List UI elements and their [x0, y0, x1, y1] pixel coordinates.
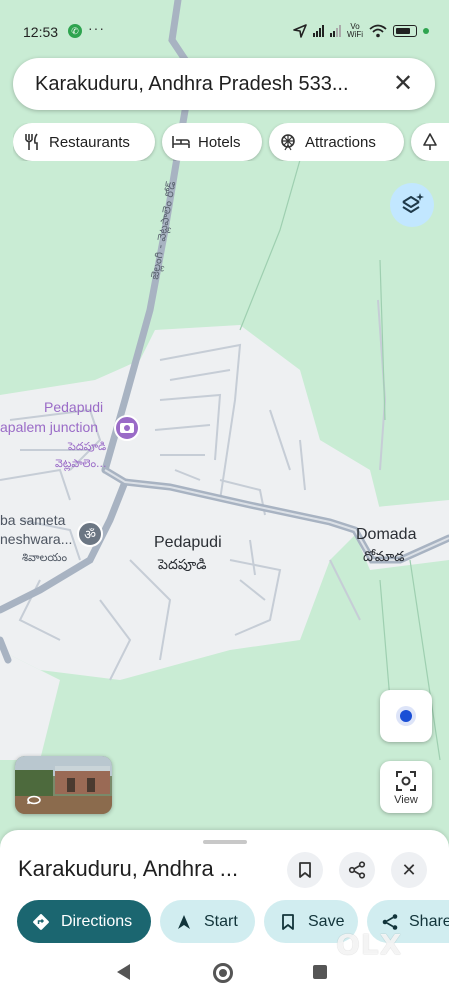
place-title: Karakuduru, Andhra ... [18, 856, 239, 881]
chip-label: Attractions [305, 133, 376, 151]
camera-poi-icon[interactable] [114, 415, 140, 441]
category-chips: Restaurants Hotels Attractions [13, 123, 449, 161]
chip-label: Hotels [198, 133, 241, 151]
home-icon[interactable] [213, 963, 233, 983]
temple-label-en1: ba sameta [0, 512, 66, 528]
ferris-wheel-icon [279, 133, 297, 151]
chip-restaurants[interactable]: Restaurants [13, 123, 155, 161]
signal-icon [330, 25, 341, 37]
privacy-dot [423, 28, 429, 34]
lens-view-icon [396, 771, 416, 791]
olx-watermark: OLX [336, 928, 403, 961]
close-sheet-button[interactable]: ✕ [391, 852, 427, 888]
bed-icon [172, 133, 190, 151]
fork-knife-icon [23, 133, 41, 151]
street-view-thumbnail[interactable] [15, 756, 112, 814]
bookmark-icon [278, 912, 298, 932]
battery-icon [393, 25, 417, 37]
my-location-button[interactable] [380, 690, 432, 742]
more-dots-icon: ··· [88, 20, 105, 36]
poi-label-te1: పెదపూడి [67, 440, 106, 453]
layers-button[interactable] [390, 183, 434, 227]
360-rotate-icon [26, 795, 41, 805]
whatsapp-icon: ✆ [68, 24, 82, 38]
status-time: 12:53 [23, 24, 59, 40]
temple-label-te: శివాలయం [22, 551, 68, 564]
search-bar[interactable]: Karakuduru, Andhra Pradesh 533... ✕ [13, 58, 435, 110]
chip-label: Restaurants [49, 133, 130, 151]
temple-label-en2: neshwara... [0, 531, 72, 547]
wifi-icon [369, 24, 387, 38]
status-icons: Vo WiFi [293, 22, 429, 40]
layers-icon [402, 193, 424, 213]
chip-attractions[interactable]: Attractions [269, 123, 404, 161]
view-button[interactable]: View [380, 761, 432, 813]
start-button[interactable]: Start [160, 900, 255, 943]
start-label: Start [204, 912, 238, 930]
my-location-icon [400, 710, 412, 722]
directions-button[interactable]: Directions [17, 900, 151, 943]
directions-label: Directions [61, 912, 133, 930]
recents-icon[interactable] [313, 965, 327, 979]
town-label-te: పెదపూడి [157, 557, 207, 573]
share-place-button[interactable] [339, 852, 375, 888]
save-place-button[interactable] [287, 852, 323, 888]
location-arrow-icon [293, 24, 307, 38]
tree-icon [421, 133, 439, 151]
vowifi-icon: Vo WiFi [347, 22, 363, 39]
directions-icon [31, 912, 51, 932]
share-icon [348, 861, 366, 879]
view-label: View [394, 794, 418, 806]
chip-hotels[interactable]: Hotels [162, 123, 262, 161]
sheet-drag-handle[interactable] [203, 840, 247, 844]
poi-label-en: Pedapudi [44, 399, 103, 415]
signal-icon [313, 25, 324, 37]
back-icon[interactable] [117, 964, 130, 980]
close-icon[interactable]: ✕ [387, 68, 419, 100]
svg-text:ॐ: ॐ [84, 528, 96, 543]
town-label-en: Pedapudi [154, 534, 222, 551]
bookmark-icon [299, 862, 311, 878]
om-temple-icon[interactable]: ॐ [77, 521, 103, 547]
search-query[interactable]: Karakuduru, Andhra Pradesh 533... [35, 73, 349, 96]
poi-label-te2: వెట్లపాలెం... [55, 457, 107, 472]
status-bar: 12:53 ✆ ··· Vo WiFi [0, 0, 449, 60]
share-label: Share [409, 912, 449, 930]
poi-label-junction: apalem junction [0, 419, 98, 435]
close-icon: ✕ [401, 859, 417, 880]
village-label-te: దోమాడ [363, 549, 405, 565]
village-label-en: Domada [356, 526, 417, 543]
navigation-arrow-icon [174, 912, 194, 932]
chip-parks[interactable] [411, 123, 449, 161]
